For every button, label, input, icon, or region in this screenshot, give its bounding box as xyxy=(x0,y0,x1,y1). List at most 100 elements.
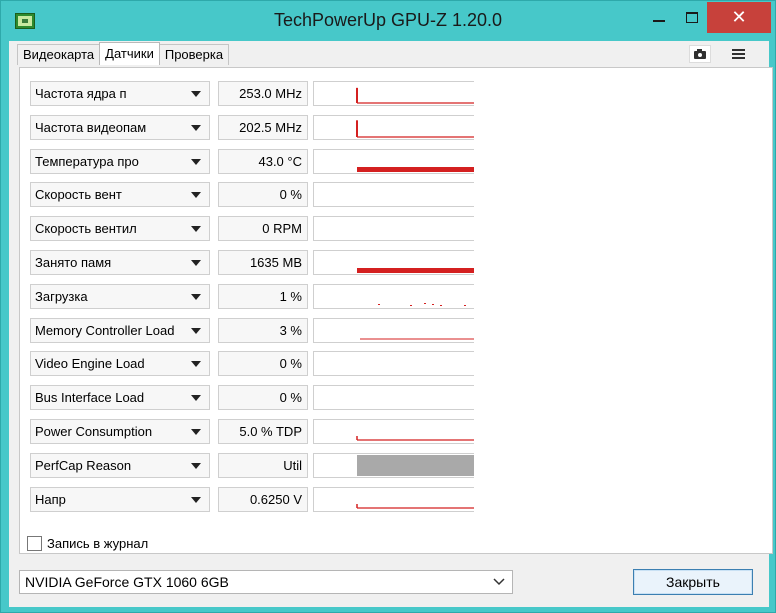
sensor-graph xyxy=(313,486,474,512)
sensor-graph-plot xyxy=(356,120,474,138)
graph-band xyxy=(357,166,474,172)
sensor-value: Util xyxy=(218,452,308,478)
sensor-name: Температура про xyxy=(35,153,139,169)
sensor-graph-plot xyxy=(314,217,474,240)
sensor-graph xyxy=(313,182,474,208)
sensor-graph-plot xyxy=(360,338,474,340)
sensor-name-dropdown[interactable]: Напр xyxy=(30,486,210,512)
sensor-name-dropdown[interactable]: PerfCap Reason xyxy=(30,452,210,478)
graph-point xyxy=(464,304,466,306)
sensor-name: Memory Controller Load xyxy=(35,322,175,338)
sensor-graph xyxy=(313,452,474,478)
sensor-value: 202.5 MHz xyxy=(218,114,308,140)
sensor-name-dropdown[interactable]: Температура про xyxy=(30,148,210,174)
sensor-graph xyxy=(313,419,474,444)
graph-point xyxy=(424,302,426,304)
gpu-select[interactable]: NVIDIA GeForce GTX 1060 6GB xyxy=(19,570,513,594)
sensor-value: 0 % xyxy=(218,385,308,411)
log-to-file-checkbox[interactable] xyxy=(27,536,42,551)
sensor-name-dropdown[interactable]: Video Engine Load xyxy=(30,351,210,377)
sensor-graph xyxy=(313,216,474,242)
close-window-button[interactable]: ✕ xyxy=(707,2,771,33)
sensor-value: 0 % xyxy=(218,351,308,377)
sensor-name-dropdown[interactable]: Bus Interface Load xyxy=(30,385,210,411)
camera-icon[interactable] xyxy=(689,45,711,63)
menu-line xyxy=(732,53,745,55)
sensor-graph-plot xyxy=(356,503,474,509)
sensor-name: PerfCap Reason xyxy=(35,457,132,473)
sensor-name-dropdown[interactable]: Power Consumption xyxy=(30,419,210,444)
dropdown-arrow-icon xyxy=(191,496,201,503)
sensor-name-dropdown[interactable]: Занято памя xyxy=(30,250,210,275)
graph-fill xyxy=(357,454,474,476)
sensor-value: 1635 MB xyxy=(218,250,308,275)
minimize-icon xyxy=(653,20,665,22)
dropdown-arrow-icon xyxy=(191,327,201,334)
dropdown-arrow-icon xyxy=(191,462,201,469)
sensor-graph xyxy=(313,317,474,343)
sensor-graph-plot xyxy=(357,268,474,273)
sensor-graph xyxy=(313,114,474,140)
sensor-graph xyxy=(313,283,474,309)
sensor-name: Power Consumption xyxy=(35,424,153,439)
dropdown-arrow-icon xyxy=(191,124,201,131)
graph-point xyxy=(410,304,412,306)
sensor-graph-plot xyxy=(357,166,474,172)
graph-band xyxy=(357,268,474,273)
sensor-name-dropdown[interactable]: Загрузка xyxy=(30,283,210,309)
sensor-graph-plot xyxy=(356,436,474,441)
maximize-icon xyxy=(686,12,698,23)
dropdown-arrow-icon xyxy=(191,293,201,300)
sensor-value: 3 % xyxy=(218,317,308,343)
sensor-name: Bus Interface Load xyxy=(35,390,145,406)
dropdown-arrow-icon xyxy=(191,158,201,165)
maximize-button[interactable] xyxy=(677,2,707,33)
graph-point xyxy=(440,304,442,306)
menu-line xyxy=(732,49,745,51)
sensor-name: Напр xyxy=(35,491,66,507)
sensor-value: 0.6250 V xyxy=(218,486,308,512)
sensor-name-dropdown[interactable]: Частота видеопам xyxy=(30,114,210,140)
sensor-name-dropdown[interactable]: Memory Controller Load xyxy=(30,317,210,343)
sensor-name: Скорость вентил xyxy=(35,221,137,237)
close-button[interactable]: Закрыть xyxy=(633,569,753,595)
tab-graphics-card[interactable]: Видеокарта xyxy=(17,44,101,65)
sensor-value: 0 % xyxy=(218,182,308,208)
gpu-select-value: NVIDIA GeForce GTX 1060 6GB xyxy=(25,574,229,590)
sensor-value: 43.0 °C xyxy=(218,148,308,174)
hamburger-menu-icon[interactable] xyxy=(727,45,749,63)
sensor-name: Video Engine Load xyxy=(35,356,145,372)
sensor-graph-plot xyxy=(314,352,474,375)
minimize-button[interactable] xyxy=(641,2,677,33)
sensor-name-dropdown[interactable]: Частота ядра п xyxy=(30,81,210,106)
tab-strip: Видеокарта Датчики Проверка xyxy=(17,42,230,66)
graph-point xyxy=(378,303,380,305)
menu-line xyxy=(732,57,745,59)
dropdown-arrow-icon xyxy=(191,260,201,266)
sensor-name: Частота видеопам xyxy=(35,119,147,135)
sensor-name: Занято памя xyxy=(35,255,112,270)
sensor-value: 5.0 % TDP xyxy=(218,419,308,444)
sensor-graph xyxy=(313,385,474,411)
log-to-file-label: Запись в журнал xyxy=(47,536,149,551)
sensor-name-dropdown[interactable]: Скорость вент xyxy=(30,182,210,208)
sensor-name: Загрузка xyxy=(35,288,88,304)
dropdown-arrow-icon xyxy=(191,429,201,435)
title-bar[interactable]: TechPowerUp GPU-Z 1.20.0 ✕ xyxy=(1,1,775,41)
client-area: Видеокарта Датчики Проверка Частота ядра… xyxy=(9,41,773,607)
sensor-name-dropdown[interactable]: Скорость вентил xyxy=(30,216,210,242)
chevron-down-icon xyxy=(493,578,505,586)
sensor-name: Скорость вент xyxy=(35,187,122,203)
sensor-graph-plot xyxy=(314,386,474,409)
tab-validation[interactable]: Проверка xyxy=(158,44,230,65)
sensor-graph-plot xyxy=(378,302,466,306)
sensor-name: Частота ядра п xyxy=(35,86,127,101)
sensor-graph xyxy=(313,351,474,377)
dropdown-arrow-icon xyxy=(191,91,201,97)
sensor-graph xyxy=(313,81,474,106)
sensor-graph-plot xyxy=(314,183,474,206)
sensor-graph-plot xyxy=(357,454,474,476)
gpuz-window: TechPowerUp GPU-Z 1.20.0 ✕ Видеокарта Да… xyxy=(0,0,776,613)
dropdown-arrow-icon xyxy=(191,361,201,368)
tab-sensors[interactable]: Датчики xyxy=(99,42,160,65)
